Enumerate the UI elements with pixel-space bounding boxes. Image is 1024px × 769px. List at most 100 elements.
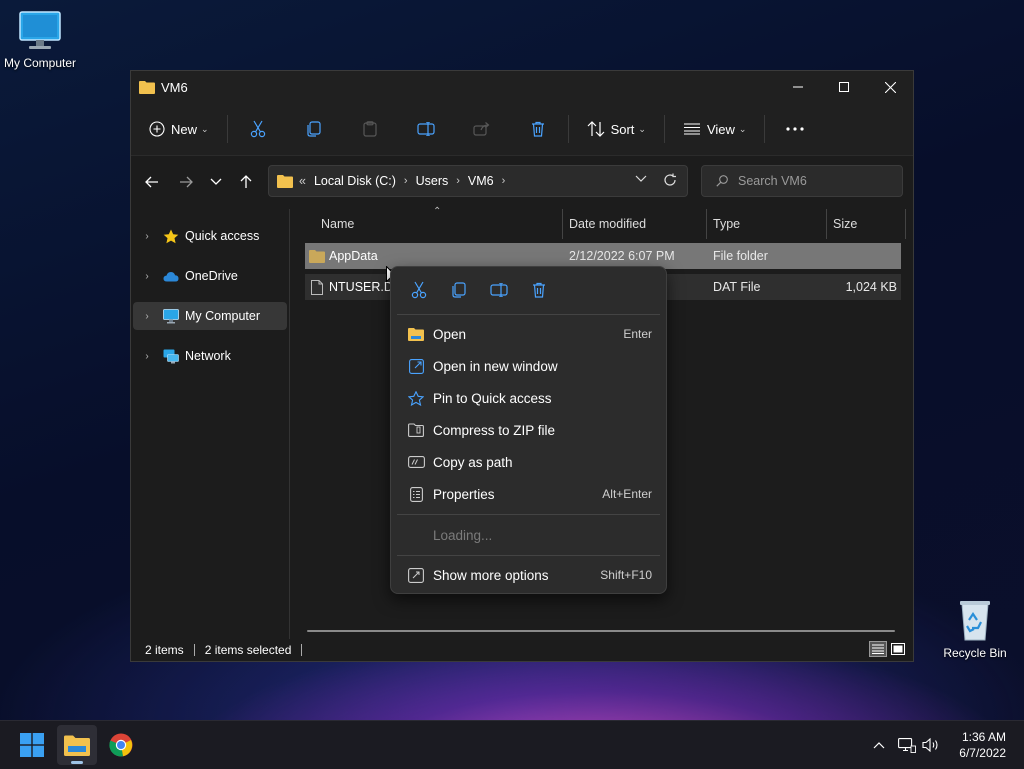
column-header-type[interactable]: Type [713, 209, 825, 239]
paste-button[interactable] [350, 113, 390, 145]
item-count: 2 items [145, 643, 184, 657]
sort-button[interactable]: Sort ⌄ [579, 113, 654, 145]
menu-item-open[interactable]: Open Enter [397, 319, 660, 349]
column-header-label: Type [713, 217, 741, 231]
desktop-icon-recycle-bin[interactable]: Recycle Bin [935, 598, 1015, 660]
address-history-button[interactable] [635, 175, 647, 183]
up-button[interactable] [231, 167, 261, 197]
menu-item-open-new-window[interactable]: Open in new window [397, 351, 660, 381]
view-button[interactable]: View ⌄ [675, 113, 755, 145]
desktop-icon-label: Recycle Bin [943, 646, 1007, 660]
sidebar-item-my-computer[interactable]: › My Computer [133, 302, 287, 330]
menu-item-copy-as-path[interactable]: Copy as path [397, 447, 660, 477]
desktop-icon-my-computer[interactable]: My Computer [0, 10, 80, 70]
breadcrumb-users[interactable]: Users [416, 174, 449, 188]
minimize-button[interactable] [775, 71, 821, 103]
menu-item-show-more-options[interactable]: Show more options Shift+F10 [397, 560, 660, 590]
rename-button[interactable] [406, 113, 446, 145]
chevron-right-icon[interactable]: › [133, 351, 161, 362]
chevron-right-icon[interactable]: › [502, 175, 506, 187]
menu-item-properties[interactable]: Properties Alt+Enter [397, 479, 660, 509]
taskbar-chrome[interactable] [101, 725, 141, 765]
chevron-right-icon[interactable]: › [133, 231, 161, 242]
show-hidden-icons-button[interactable] [868, 721, 890, 769]
menu-item-shortcut: Shift+F10 [600, 568, 652, 582]
recent-locations-button[interactable] [201, 167, 231, 197]
see-more-button[interactable] [775, 113, 815, 145]
column-header-date[interactable]: Date modified [569, 209, 705, 239]
forward-button[interactable] [171, 167, 201, 197]
search-box[interactable]: Search VM6 [701, 165, 903, 197]
file-icon [311, 274, 323, 300]
tiles-view-button[interactable] [889, 641, 907, 657]
more-dots-icon [786, 127, 805, 131]
rename-icon [416, 122, 435, 136]
details-view-button[interactable] [869, 641, 887, 657]
start-button[interactable] [12, 725, 52, 765]
maximize-button[interactable] [821, 71, 867, 103]
file-type: DAT File [713, 280, 761, 294]
context-copy-button[interactable] [439, 275, 479, 305]
network-status-button[interactable] [896, 721, 918, 769]
breadcrumb-overflow[interactable]: « [299, 174, 306, 188]
more-options-icon [405, 567, 427, 583]
sidebar-item-quick-access[interactable]: › Quick access [133, 222, 287, 250]
menu-item-shortcut: Alt+Enter [602, 487, 652, 501]
sort-icon [587, 121, 605, 137]
menu-item-compress-zip[interactable]: Compress to ZIP file [397, 415, 660, 445]
chevron-right-icon[interactable]: › [133, 271, 161, 282]
context-rename-button[interactable] [479, 275, 519, 305]
refresh-button[interactable] [663, 173, 677, 187]
arrow-right-icon [180, 176, 193, 188]
details-view-icon [872, 644, 884, 654]
cut-button[interactable] [238, 113, 278, 145]
toolbar-divider [567, 115, 569, 143]
sidebar-item-label: Quick access [185, 229, 260, 243]
arrow-left-icon [145, 176, 158, 188]
copy-button[interactable] [294, 113, 334, 145]
sidebar-item-network[interactable]: › Network [133, 342, 287, 370]
navigation-pane: › Quick access › OneDrive › My Computer … [131, 209, 290, 641]
column-divider[interactable] [706, 209, 707, 239]
column-divider[interactable] [905, 209, 906, 239]
context-cut-button[interactable] [399, 275, 439, 305]
network-icon [898, 737, 916, 753]
share-icon [472, 122, 489, 136]
chevron-right-icon[interactable]: › [133, 311, 161, 322]
taskbar: 1:36 AM 6/7/2022 [0, 720, 1024, 769]
taskbar-file-explorer[interactable] [57, 725, 97, 765]
arrow-up-icon [240, 175, 252, 188]
menu-item-label: Show more options [433, 567, 549, 583]
menu-item-label: Copy as path [433, 454, 513, 470]
share-button[interactable] [462, 113, 502, 145]
trash-icon [531, 121, 544, 137]
clock[interactable]: 1:36 AM 6/7/2022 [959, 729, 1006, 761]
sidebar-item-label: Network [185, 349, 231, 363]
column-header-size[interactable]: Size [833, 209, 903, 239]
status-divider [193, 644, 195, 656]
column-divider[interactable] [562, 209, 563, 239]
menu-item-pin-quick-access[interactable]: Pin to Quick access [397, 383, 660, 413]
close-button[interactable] [867, 71, 913, 103]
volume-button[interactable] [920, 721, 942, 769]
back-button[interactable] [137, 167, 167, 197]
windows-logo-icon [20, 733, 44, 757]
breadcrumb-vm6[interactable]: VM6 [468, 174, 494, 188]
address-bar[interactable]: « Local Disk (C:) › Users › VM6 › [268, 165, 688, 197]
delete-button[interactable] [518, 113, 558, 145]
column-header-name[interactable]: Name [321, 209, 561, 239]
clock-time: 1:36 AM [961, 730, 1006, 744]
breadcrumb-local-disk[interactable]: Local Disk (C:) [314, 174, 396, 188]
new-button[interactable]: New ⌄ [141, 113, 217, 145]
column-divider[interactable] [826, 209, 827, 239]
search-placeholder: Search VM6 [738, 174, 807, 188]
chevron-right-icon[interactable]: › [456, 175, 460, 187]
horizontal-scrollbar[interactable] [307, 630, 895, 632]
chevron-up-icon [873, 741, 885, 748]
sidebar-item-onedrive[interactable]: › OneDrive [133, 262, 287, 290]
title-bar[interactable]: VM6 [131, 71, 913, 103]
chevron-right-icon[interactable]: › [404, 175, 408, 187]
status-divider [301, 644, 303, 656]
context-delete-button[interactable] [519, 275, 559, 305]
list-view-icon [683, 123, 701, 135]
